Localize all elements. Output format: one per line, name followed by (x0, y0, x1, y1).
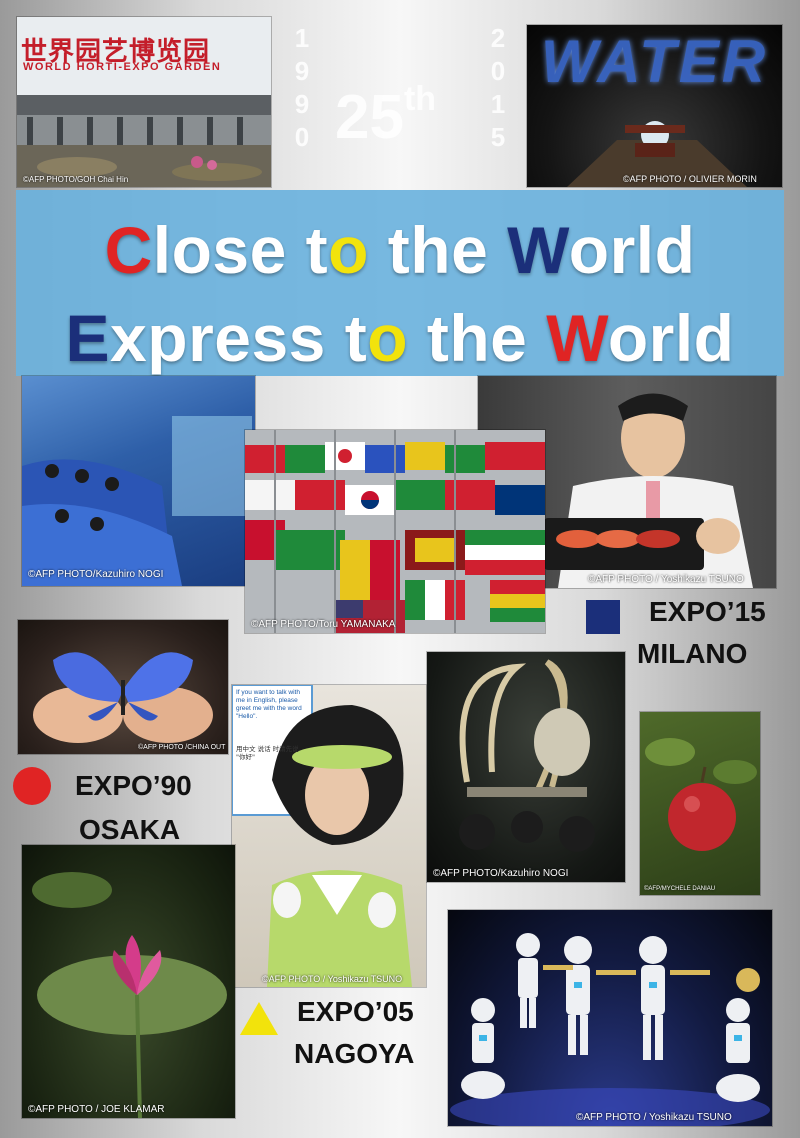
water-stage (567, 121, 747, 187)
photo-credit: ©AFP PHOTO/GOH Chai Hin (23, 175, 129, 184)
photo-credit: ©AFP PHOTO/Kazuhiro NOGI (28, 569, 164, 580)
theater-seats (22, 416, 252, 586)
robot-guide-photo: If you want to talk with me in English, … (232, 685, 426, 987)
butterfly-photo: ©AFP PHOTO /CHINA OUT (18, 620, 228, 754)
lotus-photo: ©AFP PHOTO / JOE KLAMAR (22, 845, 235, 1118)
photo-credit: ©AFP PHOTO / Yoshikazu TSUNO (262, 974, 403, 984)
expo-nagoya-year: EXPO’05 (297, 996, 414, 1027)
photo-credit: ©AFP PHOTO / Yoshikazu TSUNO (576, 1112, 732, 1123)
red-apple (645, 738, 757, 851)
nagoya-triangle-marker (240, 1002, 278, 1035)
expo-nagoya-city: NAGOYA (294, 1038, 415, 1069)
photo-credit: ©AFP PHOTO/Kazuhiro NOGI (433, 868, 569, 879)
headline-line-2: Express to the World (65, 301, 735, 375)
start-year-digits: 1990 (294, 23, 310, 152)
expo-milano-year: EXPO’15 (649, 596, 766, 627)
photo-credit: ©AFP PHOTO / Yoshikazu TSUNO (588, 574, 744, 585)
garden-sign-english: WORLD HORTI-EXPO GARDEN (23, 61, 222, 73)
osaka-circle-marker (13, 767, 51, 805)
headline-line-1: Close to the World (104, 213, 696, 287)
milano-square-marker (586, 600, 620, 634)
android-receptionist (232, 685, 412, 987)
end-year-digits: 2015 (490, 23, 506, 152)
expo-osaka-city: OSAKA (79, 814, 181, 845)
robot-sign-english: If you want to talk with me in English, … (236, 689, 302, 720)
photo-credit: ©AFP/MYCHELE DANIAU (644, 886, 716, 892)
anniversary-label: 25th (335, 80, 437, 152)
mammoth-exhibit (459, 659, 595, 852)
flags-photo: ©AFP PHOTO/Toru YAMANAKA (245, 430, 545, 633)
expo-osaka-year: EXPO’90 (75, 770, 192, 801)
robot-band-photo: ©AFP PHOTO / Yoshikazu TSUNO (448, 910, 772, 1126)
apple-photo: ©AFP/MYCHELE DANIAU (640, 712, 760, 895)
mammoth-photo: ©AFP PHOTO/Kazuhiro NOGI (427, 652, 625, 882)
expo-milano-city: MILANO (637, 638, 748, 669)
national-flags (245, 430, 545, 633)
water-lily (32, 872, 227, 1118)
photo-credit: ©AFP PHOTO / OLIVIER MORIN (623, 174, 757, 184)
horti-expo-garden-photo: 世界园艺博览园 WORLD HORTI-EXPO GARDEN ©AFP PHO… (17, 17, 271, 187)
photo-credit: ©AFP PHOTO / JOE KLAMAR (28, 1104, 165, 1115)
water-pavilion-photo: WATER ©AFP PHOTO / OLIVIER MORIN (527, 25, 782, 187)
trumpet-robots (450, 933, 770, 1126)
photo-credit: ©AFP PHOTO/Toru YAMANAKA (251, 619, 396, 630)
photo-credit: ©AFP PHOTO /CHINA OUT (138, 744, 226, 751)
robot-sign-chinese: 用中文 说话 时请先说 "你好" (236, 745, 299, 761)
theater-photo: ©AFP PHOTO/Kazuhiro NOGI (22, 376, 255, 586)
butterfly-in-hands (33, 652, 213, 743)
